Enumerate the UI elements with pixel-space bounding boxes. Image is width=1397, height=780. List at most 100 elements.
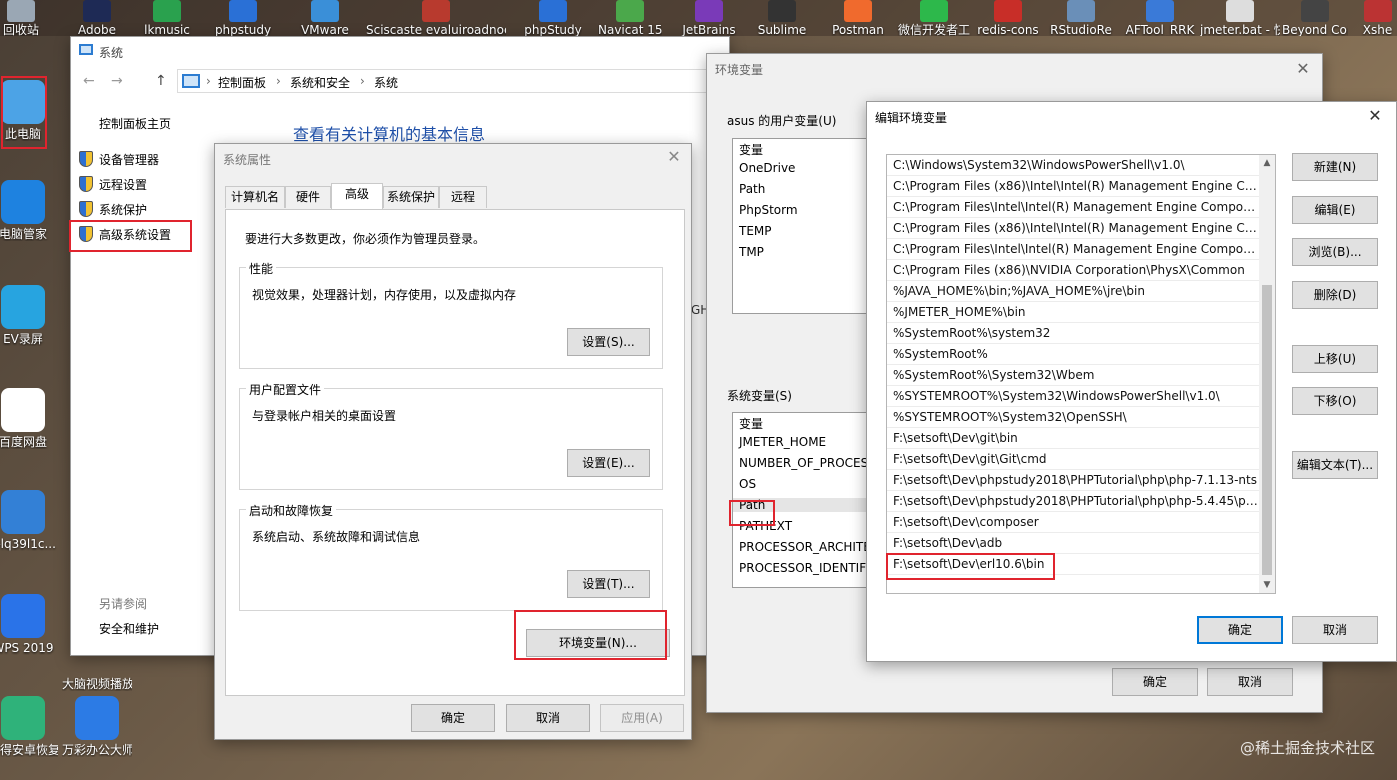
list-item[interactable]: TMP [739, 245, 764, 259]
move-up-button[interactable]: 上移(U) [1292, 345, 1378, 373]
close-icon[interactable]: ✕ [1294, 60, 1312, 78]
desktop-shortcut[interactable]: 微信开发者工 [896, 0, 972, 36]
desktop-shortcut[interactable]: 回收站 [0, 0, 42, 36]
path-entry[interactable]: %SystemRoot%\System32\Wbem [887, 365, 1259, 386]
path-entry[interactable]: F:\setsoft\Dev\erl10.6\bin [887, 554, 1259, 575]
path-entry[interactable]: %SYSTEMROOT%\System32\OpenSSH\ [887, 407, 1259, 428]
list-item[interactable]: PROCESSOR_ARCHITECTURE [739, 540, 871, 554]
device-manager-link[interactable]: 设备管理器 [99, 151, 159, 168]
path-entry[interactable]: F:\setsoft\Dev\composer [887, 512, 1259, 533]
path-entry[interactable]: F:\setsoft\Dev\git\bin [887, 428, 1259, 449]
desktop-shortcut[interactable]: WPS 2019 [0, 594, 58, 655]
scroll-up-icon[interactable]: ▲ [1259, 155, 1275, 171]
close-icon[interactable]: ✕ [665, 148, 683, 166]
user-profile-settings-button[interactable]: 设置(E)... [567, 449, 650, 477]
ok-button[interactable]: 确定 [411, 704, 495, 732]
desktop-shortcut[interactable]: Navicat 15 [598, 0, 662, 36]
system-protection-link[interactable]: 系统保护 [99, 201, 147, 218]
path-entry[interactable]: F:\setsoft\Dev\phpstudy2018\PHPTutorial\… [887, 470, 1259, 491]
path-entry[interactable]: C:\Windows\System32\WindowsPowerShell\v1… [887, 155, 1259, 176]
tab-computer-name[interactable]: 计算机名 [225, 186, 285, 208]
edit-button[interactable]: 编辑(E) [1292, 196, 1378, 224]
list-item-selected[interactable]: Path [733, 498, 871, 512]
desktop-shortcut[interactable]: 电脑管家 [0, 180, 58, 241]
path-entry[interactable]: %SYSTEMROOT%\System32\WindowsPowerShell\… [887, 386, 1259, 407]
path-entry[interactable]: F:\setsoft\Dev\phpstudy2018\PHPTutorial\… [887, 491, 1259, 512]
tab-system-protection[interactable]: 系统保护 [383, 186, 439, 208]
breadcrumb[interactable]: › 控制面板 › 系统和安全 › 系统 [177, 69, 717, 93]
security-maintenance-link[interactable]: 安全和维护 [99, 620, 159, 637]
tab-hardware[interactable]: 硬件 [285, 186, 331, 208]
desktop-shortcut[interactable]: VMware [298, 0, 352, 36]
new-button[interactable]: 新建(N) [1292, 153, 1378, 181]
list-item[interactable]: OneDrive [739, 161, 795, 175]
desktop-shortcut[interactable]: EV录屏 [0, 285, 58, 346]
tab-remote[interactable]: 远程 [439, 186, 487, 208]
up-arrow-icon[interactable]: ↑ [155, 73, 167, 89]
path-entry[interactable]: %JMETER_HOME%\bin [887, 302, 1259, 323]
desktop-shortcut[interactable]: 易得安卓恢复 [0, 696, 58, 757]
browse-button[interactable]: 浏览(B)... [1292, 238, 1378, 266]
edit-text-button[interactable]: 编辑文本(T)... [1292, 451, 1378, 479]
list-item[interactable]: PhpStorm [739, 203, 798, 217]
path-entry[interactable]: %JAVA_HOME%\bin;%JAVA_HOME%\jre\bin [887, 281, 1259, 302]
list-item[interactable]: TEMP [739, 224, 772, 238]
cancel-button[interactable]: 取消 [1292, 616, 1378, 644]
list-item[interactable]: OS [739, 477, 756, 491]
apply-button[interactable]: 应用(A) [600, 704, 684, 732]
path-entry[interactable]: F:\setsoft\Dev\git\Git\cmd [887, 449, 1259, 470]
scroll-down-icon[interactable]: ▼ [1259, 577, 1275, 593]
desktop-shortcut[interactable]: phpStudy [524, 0, 582, 36]
back-arrow-icon[interactable]: ← [83, 73, 95, 89]
desktop-shortcut[interactable]: Xshe [1358, 0, 1397, 36]
move-down-button[interactable]: 下移(O) [1292, 387, 1378, 415]
desktop-shortcut[interactable]: lkmusic [142, 0, 192, 36]
list-item[interactable]: PROCESSOR_IDENTIFIER [739, 561, 871, 575]
advanced-system-settings-link[interactable]: 高级系统设置 [99, 226, 171, 243]
system-vars-list[interactable]: 变量 JMETER_HOME NUMBER_OF_PROCESSORS OS Path… [732, 412, 872, 588]
desktop-shortcut[interactable]: 百度网盘 [0, 388, 58, 449]
list-item[interactable]: PATHEXT [739, 519, 792, 533]
desktop-shortcut[interactable]: redis-cons [976, 0, 1040, 36]
path-list-scrollbar[interactable]: ▲ ▼ [1259, 155, 1275, 593]
cancel-button[interactable]: 取消 [1207, 668, 1293, 696]
control-panel-home-link[interactable]: 控制面板主页 [99, 115, 171, 132]
ok-button[interactable]: 确定 [1197, 616, 1283, 644]
desktop-shortcut[interactable]: jmeter.bat - 快捷方式 [1200, 0, 1280, 36]
ok-button[interactable]: 确定 [1112, 668, 1198, 696]
close-icon[interactable]: ✕ [1366, 107, 1384, 125]
path-entry[interactable]: F:\setsoft\Dev\adb [887, 533, 1259, 554]
desktop-shortcut[interactable]: Adobe [72, 0, 122, 36]
list-item[interactable]: Path [739, 182, 765, 196]
tab-advanced[interactable]: 高级 [331, 183, 383, 209]
breadcrumb-system[interactable]: 系统 [374, 74, 398, 91]
user-vars-list[interactable]: 变量 OneDrive Path PhpStorm TEMP TMP [732, 138, 872, 314]
path-entry[interactable]: C:\Program Files\Intel\Intel(R) Manageme… [887, 197, 1259, 218]
desktop-shortcut[interactable]: s-lq39l1c... [0, 490, 58, 551]
scroll-thumb[interactable] [1262, 285, 1272, 575]
desktop-shortcut[interactable]: AFTool_RRK [1122, 0, 1198, 36]
path-entry[interactable]: %SystemRoot% [887, 344, 1259, 365]
desktop-shortcut[interactable]: 万彩办公大师 OfficeBox [62, 696, 132, 757]
environment-variables-button[interactable]: 环境变量(N)... [526, 629, 670, 657]
desktop-shortcut[interactable]: phpstudy [214, 0, 272, 36]
desktop-shortcut[interactable]: Sciscaste evaluiroadnoeie [366, 0, 506, 36]
forward-arrow-icon[interactable]: → [111, 73, 123, 89]
list-item[interactable]: JMETER_HOME [739, 435, 826, 449]
path-list[interactable]: F:\setsoft\Dev\erl10.6\bin F:\setsoft\Dev… [886, 154, 1276, 594]
path-entry[interactable]: C:\Program Files\Intel\Intel(R) Manageme… [887, 239, 1259, 260]
delete-button[interactable]: 删除(D) [1292, 281, 1378, 309]
remote-settings-link[interactable]: 远程设置 [99, 176, 147, 193]
desktop-shortcut[interactable]: Beyond Compare 4 [1282, 0, 1348, 36]
path-entry[interactable]: C:\Program Files (x86)\NVIDIA Corporatio… [887, 260, 1259, 281]
desktop-shortcut[interactable]: RStudioRe [1048, 0, 1114, 36]
path-entry[interactable]: C:\Program Files (x86)\Intel\Intel(R) Ma… [887, 218, 1259, 239]
desktop-shortcut[interactable]: Sublime [756, 0, 808, 36]
desktop-shortcut[interactable]: Postman [830, 0, 886, 36]
breadcrumb-control-panel[interactable]: 控制面板 [218, 74, 266, 91]
list-item[interactable]: NUMBER_OF_PROCESSORS [739, 456, 871, 470]
breadcrumb-security[interactable]: 系统和安全 [290, 74, 350, 91]
startup-settings-button[interactable]: 设置(T)... [567, 570, 650, 598]
cancel-button[interactable]: 取消 [506, 704, 590, 732]
desktop-shortcut[interactable]: JetBrains [680, 0, 738, 36]
